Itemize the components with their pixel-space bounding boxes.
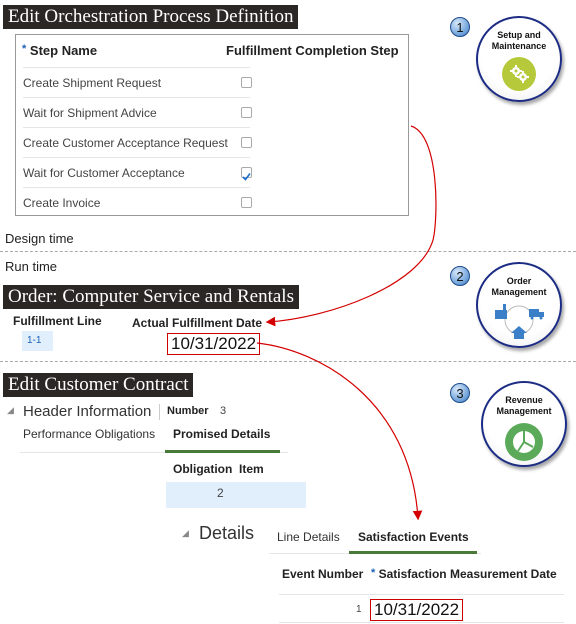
arrow-completion-to-fulfillment-date: [265, 125, 437, 327]
arrow-fulfillment-date-to-satisfaction-date: [256, 342, 423, 521]
flow-arrows: [256, 125, 437, 521]
